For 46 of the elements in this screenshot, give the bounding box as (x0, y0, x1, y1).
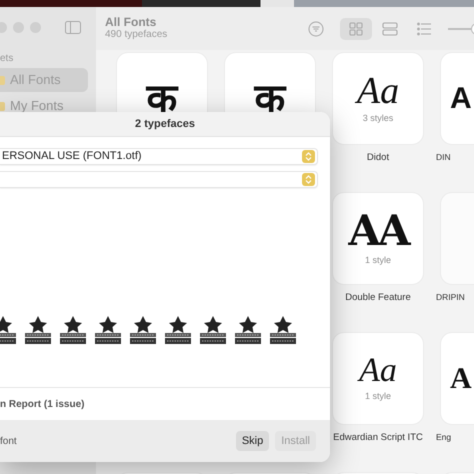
font-sample: Aa (359, 354, 397, 388)
glyph-drawing (163, 315, 193, 345)
glyph-drawing (198, 315, 228, 345)
grid-view-icon (348, 20, 364, 36)
size-slider[interactable] (448, 22, 474, 36)
stepper-icon (302, 150, 315, 163)
filter-icon[interactable] (308, 20, 324, 36)
font-name: Didot (366, 151, 390, 165)
glyph-drawing (58, 315, 88, 345)
typeface-count: 490 typefaces (105, 29, 168, 41)
font-name: Eng (436, 431, 452, 444)
glyph-drawing (128, 315, 158, 345)
sidebar-toggle-icon[interactable] (65, 20, 81, 34)
font-name: Double Feature (344, 291, 412, 305)
list-view-icon (416, 20, 432, 36)
grid-view-button[interactable] (340, 18, 372, 40)
glyph-drawing (268, 315, 298, 345)
font-sample: AA (348, 210, 408, 252)
section-label: ets (0, 52, 14, 66)
font-card[interactable]: A (440, 52, 474, 145)
stepper-icon (302, 173, 315, 186)
glyph-drawing (93, 315, 123, 345)
skip-button[interactable]: Skip (236, 430, 270, 452)
rows-view-icon (382, 20, 398, 36)
font-card[interactable]: A (440, 332, 474, 425)
folder-icon (0, 102, 5, 110)
glyph-drawing (233, 315, 263, 345)
font-card[interactable]: Aa 1 style (332, 332, 424, 425)
glyph-drawing (23, 315, 53, 345)
popup-menu[interactable]: ERSONAL USE (FONT1.otf) (0, 148, 318, 165)
font-card[interactable]: AA 1 style (332, 192, 424, 285)
dialog-title: 2 typefaces (0, 112, 330, 137)
style-count: 3 styles (362, 112, 394, 125)
window-title: All Fonts (105, 16, 158, 29)
font-sample: A (450, 84, 472, 114)
style-count: 1 style (364, 254, 391, 267)
font-sample: A (450, 364, 472, 394)
style-count: 1 style (364, 390, 391, 403)
font-card[interactable]: Aa 3 styles (332, 52, 424, 145)
footer-text: font (0, 434, 17, 448)
popup-menu[interactable] (0, 171, 318, 188)
font-sample: Aa (356, 72, 400, 110)
font-name: Edwardian Script ITC (332, 431, 424, 445)
folder-icon (0, 76, 5, 84)
font-name: DIN (436, 151, 452, 164)
font-name: DRIPIN (436, 291, 466, 304)
